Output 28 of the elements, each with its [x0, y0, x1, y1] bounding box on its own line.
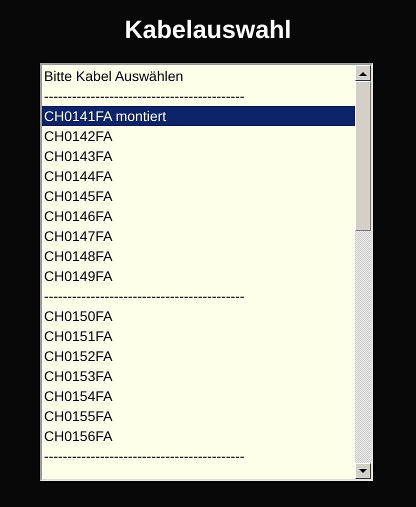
down-arrow-icon [359, 468, 367, 474]
list-item[interactable]: CH0148FA [42, 246, 355, 266]
list-item[interactable]: CH0146FA [42, 206, 355, 226]
scroll-thumb[interactable] [355, 81, 371, 231]
list-item[interactable]: Bitte Kabel Auswählen [42, 66, 355, 86]
list-item[interactable]: CH0156FA [42, 426, 355, 446]
list-item[interactable]: CH0147FA [42, 226, 355, 246]
list-item[interactable]: ------------------------------------------- [42, 286, 355, 306]
list-item[interactable]: CH0150FA [42, 306, 355, 326]
list-item[interactable]: CH0155FA [42, 406, 355, 426]
list-item[interactable]: ------------------------------------------- [42, 446, 355, 466]
list-item[interactable]: CH0141FA montiert [42, 106, 355, 126]
list-item[interactable]: CH0144FA [42, 166, 355, 186]
scrollbar[interactable] [355, 65, 371, 479]
list-item[interactable]: CH0153FA [42, 366, 355, 386]
window-title: Kabelauswahl [124, 15, 292, 46]
list-item[interactable]: ------------------------------------------- [42, 86, 355, 106]
cable-list[interactable] [40, 63, 373, 481]
scroll-down-button[interactable] [355, 463, 371, 479]
list-item[interactable]: CH0142FA [42, 126, 355, 146]
list-item[interactable]: CH0143FA [42, 146, 355, 166]
list-item[interactable]: CH0154FA [42, 386, 355, 406]
list-item[interactable]: CH0151FA [42, 326, 355, 346]
scroll-up-button[interactable] [355, 65, 371, 81]
list-item[interactable]: CH0145FA [42, 186, 355, 206]
list-item[interactable]: CH0149FA [42, 266, 355, 286]
up-arrow-icon [359, 70, 367, 76]
list-item[interactable]: CH0152FA [42, 346, 355, 366]
